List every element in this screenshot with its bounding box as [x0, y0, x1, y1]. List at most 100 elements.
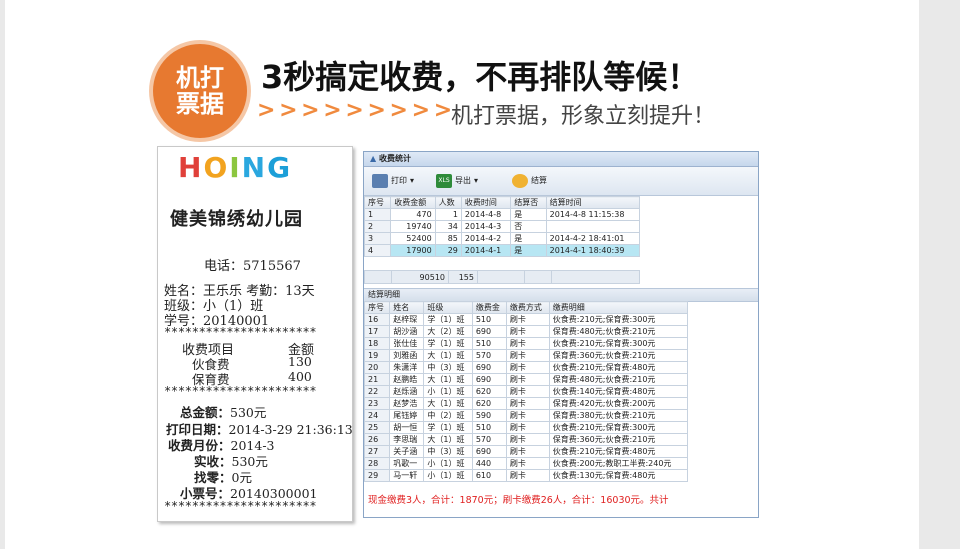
cell: 关子涵 — [389, 445, 425, 458]
separator: ********************** — [164, 384, 317, 398]
summary-total-people: 155 — [448, 270, 478, 284]
table-row[interactable]: 18 张仕佳 学（1）班 510 刷卡 伙食费:210元;保育费:300元 — [364, 337, 689, 350]
cell: 刷卡 — [505, 313, 550, 326]
cell: 2 — [364, 220, 392, 233]
cell: 保育费:360元;伙食费:210元 — [548, 433, 689, 446]
cell: 21 — [364, 373, 391, 386]
cell: 小（1）班 — [423, 457, 473, 470]
column-header[interactable]: 姓名 — [389, 301, 425, 314]
cell: 朱潇洋 — [389, 361, 425, 374]
cell: 是 — [510, 244, 547, 257]
cell: 690 — [471, 325, 507, 338]
cell: 保育费:360元;伙食费:210元 — [548, 349, 689, 362]
logo-letter: O — [203, 151, 228, 184]
cell: 刷卡 — [505, 337, 550, 350]
column-header[interactable]: 班级 — [423, 301, 473, 314]
cell: 690 — [471, 373, 507, 386]
printer-icon — [372, 174, 388, 188]
cell: 1 — [434, 208, 462, 221]
chevron-down-icon[interactable]: ▾ — [410, 173, 414, 189]
cell: 590 — [471, 409, 507, 422]
print-label: 打印 — [391, 176, 407, 185]
export-button[interactable]: XLS 导出 ▾ — [436, 173, 478, 189]
cell: 52400 — [390, 232, 436, 245]
cell: 610 — [471, 469, 507, 482]
column-header[interactable]: 收费时间 — [460, 196, 512, 209]
cell: 刷卡 — [505, 325, 550, 338]
cell: 510 — [471, 421, 507, 434]
cell: 25 — [364, 421, 391, 434]
cell: 3 — [364, 232, 392, 245]
table-row[interactable]: 24 尾钰婷 中（2）班 590 刷卡 保育费:380元;伙食费:210元 — [364, 409, 689, 422]
table-row[interactable]: 25 胡一恒 学（1）班 510 刷卡 伙食费:210元;保育费:300元 — [364, 421, 689, 434]
cell: 刷卡 — [505, 421, 550, 434]
column-header[interactable]: 人数 — [434, 196, 462, 209]
cell: 保育费:380元;伙食费:210元 — [548, 409, 689, 422]
table-row-selected[interactable]: 4 17900 29 2014-4-1 是 2014-4-1 18:40:39 — [364, 244, 641, 257]
cell: 小（1）班 — [423, 469, 473, 482]
table-row[interactable]: 2 19740 34 2014-4-3 否 — [364, 220, 641, 233]
cell: 伙食费:130元;保育费:480元 — [548, 469, 689, 482]
cell — [364, 270, 392, 284]
table-row[interactable]: 1 470 1 2014-4-8 是 2014-4-8 11:15:38 — [364, 208, 641, 221]
cell: 尾钰婷 — [389, 409, 425, 422]
receipt: H O I N G 健美锦绣幼儿园 电话：5715567 姓名：王乐乐 考勤：1… — [157, 146, 353, 522]
cell: 2014-4-8 — [460, 208, 512, 221]
cell: 赵鹏皓 — [389, 373, 425, 386]
chevron-arrows-icon: > > > > > > > > > — [257, 98, 452, 123]
column-header[interactable]: 序号 — [364, 196, 392, 209]
cell: 伙食费:140元;保育费:480元 — [548, 385, 689, 398]
table-row[interactable]: 28 巩歌一 小（1）班 440 刷卡 伙食费:200元;教职工半费:240元 — [364, 457, 689, 470]
cell — [477, 270, 525, 284]
table-row[interactable]: 26 李思瑞 大（1）班 570 刷卡 保育费:360元;伙食费:210元 — [364, 433, 689, 446]
column-header[interactable]: 缴费明细 — [548, 301, 689, 314]
cell: 570 — [471, 433, 507, 446]
column-header[interactable]: 缴费方式 — [505, 301, 550, 314]
column-header[interactable]: 收费金额 — [390, 196, 436, 209]
cell: 中（2）班 — [423, 409, 473, 422]
table-row[interactable]: 22 赵烁涵 小（1）班 620 刷卡 伙食费:140元;保育费:480元 — [364, 385, 689, 398]
column-header[interactable]: 序号 — [364, 301, 391, 314]
cell: 24 — [364, 409, 391, 422]
cell: 刷卡 — [505, 397, 550, 410]
column-header[interactable]: 结算否 — [510, 196, 547, 209]
cell: 440 — [471, 457, 507, 470]
table-row[interactable]: 20 朱潇洋 中（3）班 690 刷卡 伙食费:210元;保育费:480元 — [364, 361, 689, 374]
print-button[interactable]: 打印 ▾ — [372, 173, 414, 189]
cell: 22 — [364, 385, 391, 398]
cell: 刘雅函 — [389, 349, 425, 362]
table-row[interactable]: 23 赵梦浩 大（1）班 620 刷卡 保育费:420元;伙食费:200元 — [364, 397, 689, 410]
column-header[interactable]: 结算时间 — [545, 196, 641, 209]
badge-line1: 机打 — [176, 64, 224, 92]
table-row[interactable]: 27 关子涵 中（3）班 690 刷卡 伙食费:210元;保育费:480元 — [364, 445, 689, 458]
cell: 85 — [434, 232, 462, 245]
cell: 620 — [471, 397, 507, 410]
table-row[interactable]: 21 赵鹏皓 大（1）班 690 刷卡 保育费:480元;伙食费:210元 — [364, 373, 689, 386]
cell: 2014-4-1 18:40:39 — [545, 244, 641, 257]
cell: 刷卡 — [505, 385, 550, 398]
cell: 570 — [471, 349, 507, 362]
cell: 李思瑞 — [389, 433, 425, 446]
table-row[interactable]: 16 赵梓琛 学（1）班 510 刷卡 伙食费:210元;保育费:300元 — [364, 313, 689, 326]
table-row[interactable]: 17 胡沙涵 大（2）班 690 刷卡 保育费:480元;伙食费:210元 — [364, 325, 689, 338]
cell: 中（3）班 — [423, 361, 473, 374]
excel-icon: XLS — [436, 174, 452, 188]
cell: 学（1）班 — [423, 421, 473, 434]
cell: 19740 — [390, 220, 436, 233]
table-header-row: 序号 收费金额 人数 收费时间 结算否 结算时间 — [364, 196, 641, 209]
separator: ********************** — [164, 499, 317, 513]
chevron-down-icon[interactable]: ▾ — [474, 173, 478, 189]
settle-label: 结算 — [531, 176, 547, 185]
column-header[interactable]: 缴费金 — [471, 301, 507, 314]
settle-button[interactable]: 结算 — [512, 173, 547, 189]
cell: 刷卡 — [505, 469, 550, 482]
cell: 大（1）班 — [423, 373, 473, 386]
cell: 保育费:480元;伙食费:210元 — [548, 325, 689, 338]
table-row[interactable]: 3 52400 85 2014-4-2 是 2014-4-2 18:41:01 — [364, 232, 641, 245]
coins-icon — [512, 174, 528, 188]
school-logo: H O I N G — [178, 153, 290, 183]
cell: 胡一恒 — [389, 421, 425, 434]
cell: 17900 — [390, 244, 436, 257]
table-row[interactable]: 29 马一轩 小（1）班 610 刷卡 伙食费:130元;保育费:480元 — [364, 469, 689, 482]
table-row[interactable]: 19 刘雅函 大（1）班 570 刷卡 保育费:360元;伙食费:210元 — [364, 349, 689, 362]
